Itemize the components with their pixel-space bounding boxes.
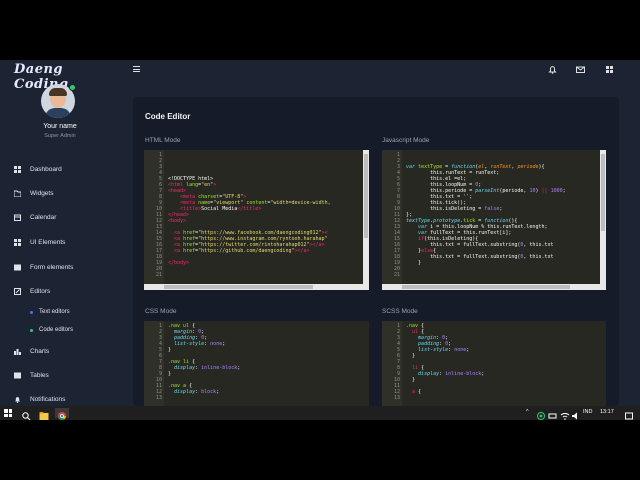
file-explorer-icon[interactable]: [39, 408, 49, 420]
sidebar-item-label: UI Elements: [30, 238, 66, 246]
grid-icon[interactable]: [605, 65, 614, 74]
sidebar-subitem-text-editors[interactable]: Text editors: [30, 307, 70, 317]
sidebar-item-label: Widgets: [30, 189, 54, 197]
bullet-dot: [30, 310, 33, 314]
sidebar-item-label: Form elements: [30, 263, 74, 271]
power-icon[interactable]: [548, 408, 558, 419]
editor-horizontal-scrollbar[interactable]: [382, 284, 606, 290]
sidebar-subitem-label: Code editors: [39, 327, 74, 333]
page-title: Code Editor: [145, 112, 191, 121]
css-code-editor[interactable]: 1 .nav ul { 2 margin: 0; 3 padding: 0; 4 …: [144, 321, 369, 406]
sidebar-item-charts[interactable]: Charts: [14, 345, 49, 357]
sidebar-item-label: Dashboard: [30, 165, 62, 173]
calendar-icon: [14, 214, 21, 221]
javascript-code-editor[interactable]: 1 2 3 var textType = function(el, runText…: [382, 150, 606, 290]
folder-icon: [13, 190, 22, 197]
hamburger-icon[interactable]: [133, 66, 140, 72]
notification-center-icon[interactable]: [624, 408, 634, 420]
table-icon: [14, 372, 21, 379]
sidebar-item-label: Notifications: [30, 395, 66, 403]
editor-vertical-scrollbar[interactable]: [600, 150, 606, 290]
windows-taskbar: ^ IND 13:17: [0, 406, 640, 421]
sidebar-subitem-code-editors[interactable]: Code editors: [30, 325, 73, 335]
bell-icon[interactable]: [548, 65, 557, 74]
volume-icon[interactable]: [571, 408, 581, 420]
sidebar-item-form-elements[interactable]: Form elements: [14, 261, 73, 273]
bar-chart-icon: [14, 348, 21, 355]
grid-icon: [14, 238, 21, 246]
scss-mode-label: SCSS Mode: [382, 308, 418, 315]
sidebar-item-notifications[interactable]: Notifications: [14, 393, 65, 405]
chrome-icon[interactable]: [55, 408, 69, 421]
sidebar-item-label: Calendar: [30, 213, 57, 221]
editor-vertical-scrollbar[interactable]: [363, 150, 369, 290]
html-mode-label: HTML Mode: [145, 137, 181, 144]
sidebar-subitem-label: Text editors: [39, 309, 70, 315]
language-indicator[interactable]: IND: [583, 409, 592, 415]
sidebar-item-tables[interactable]: Tables: [14, 369, 49, 381]
windows-start-icon[interactable]: [4, 409, 12, 417]
code-editor-card: Code Editor HTML Mode 1 2 3 4 5 <!DOCTYPE…: [133, 97, 619, 406]
scss-code-editor[interactable]: 1 .nav { 2 ul { 3 margin: 0; 4 padding: 0…: [382, 321, 606, 406]
mail-icon[interactable]: [576, 65, 585, 74]
sidebar-item-label: Charts: [30, 347, 50, 355]
editor-horizontal-scrollbar[interactable]: [144, 284, 369, 290]
wifi-icon[interactable]: [560, 408, 570, 420]
dashboard-icon: [14, 165, 21, 173]
sidebar-item-widgets[interactable]: Widgets: [13, 187, 54, 199]
app-screen: Daeng Coding Your name Super Admin Dashb…: [0, 60, 640, 420]
sidebar-item-ui-elements[interactable]: UI Elements: [14, 236, 65, 248]
sidebar-item-editors[interactable]: Editors: [14, 285, 50, 297]
edit-icon: [14, 287, 21, 295]
search-icon[interactable]: [21, 408, 31, 421]
bullet-dot: [30, 328, 33, 332]
html-code-editor[interactable]: 1 2 3 4 5 <!DOCTYPE html> 6 <html lang="en…: [144, 150, 369, 290]
online-status-dot: [69, 84, 76, 91]
clock[interactable]: 13:17: [600, 409, 614, 415]
user-name: Your name: [43, 123, 77, 130]
sidebar-item-label: Editors: [30, 287, 51, 295]
topbar: [120, 60, 640, 80]
sidebar: Daeng Coding Your name Super Admin Dashb…: [0, 60, 120, 406]
sidebar-item-label: Tables: [30, 371, 49, 379]
javascript-mode-label: Javascript Mode: [382, 137, 430, 144]
css-mode-label: CSS Mode: [145, 308, 177, 315]
user-role: Super Admin: [44, 133, 76, 139]
tray-app-icon[interactable]: [536, 408, 546, 420]
tray-chevron-icon[interactable]: ^: [526, 409, 529, 415]
bell-icon: [14, 396, 21, 403]
sidebar-item-calendar[interactable]: Calendar: [14, 211, 56, 223]
letterbox-bar: [0, 420, 640, 480]
sidebar-item-dashboard[interactable]: Dashboard: [14, 163, 62, 175]
form-icon: [14, 264, 21, 271]
